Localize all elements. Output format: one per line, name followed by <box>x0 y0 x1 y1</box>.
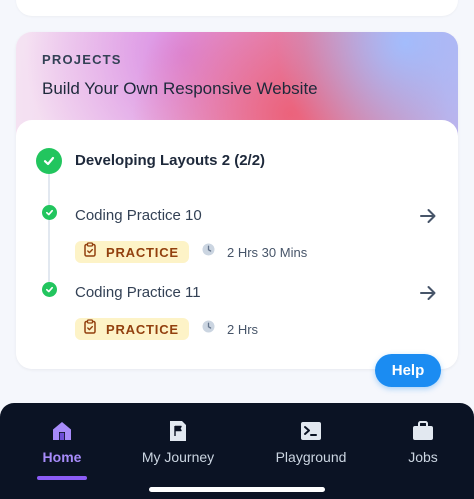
project-title[interactable]: Build Your Own Responsive Website <box>42 79 318 99</box>
duration: 2 Hrs 30 Mins <box>202 241 307 263</box>
help-button[interactable]: Help <box>375 354 441 387</box>
journey-flag-icon <box>166 419 190 443</box>
active-tab-indicator <box>37 476 87 480</box>
item-check-icon <box>42 282 57 297</box>
badge-label: PRACTICE <box>106 321 179 337</box>
nav-item-playground[interactable]: Playground <box>256 403 366 483</box>
item-title[interactable]: Coding Practice 10 <box>75 207 202 224</box>
briefcase-icon <box>411 419 435 443</box>
item-title[interactable]: Coding Practice 11 <box>75 284 201 301</box>
bottom-nav: Home My Journey Playground Jobs <box>0 403 474 499</box>
nav-item-home[interactable]: Home <box>7 403 117 483</box>
timeline-line <box>48 174 50 294</box>
badge-label: PRACTICE <box>106 244 179 260</box>
module-title[interactable]: Developing Layouts 2 (2/2) <box>75 152 265 169</box>
clipboard-icon <box>83 319 97 339</box>
previous-card <box>16 0 458 16</box>
clock-icon <box>202 320 215 338</box>
home-indicator <box>149 487 325 492</box>
nav-item-jobs[interactable]: Jobs <box>368 403 474 483</box>
practice-badge: PRACTICE <box>75 241 189 263</box>
duration: 2 Hrs <box>202 318 258 340</box>
clipboard-icon <box>83 242 97 262</box>
module-check-icon <box>36 148 62 174</box>
nav-item-my-journey[interactable]: My Journey <box>123 403 233 483</box>
section-label: PROJECTS <box>42 52 122 67</box>
nav-label: Jobs <box>408 449 438 465</box>
nav-label: My Journey <box>141 449 215 465</box>
item-check-icon <box>42 205 57 220</box>
arrow-right-icon[interactable] <box>418 283 438 303</box>
home-icon <box>50 419 74 443</box>
duration-text: 2 Hrs <box>227 321 259 337</box>
nav-label: Home <box>42 449 82 465</box>
clock-icon <box>202 243 215 261</box>
terminal-icon <box>299 419 323 443</box>
nav-label: Playground <box>275 449 347 465</box>
duration-text: 2 Hrs 30 Mins <box>227 244 308 260</box>
practice-badge: PRACTICE <box>75 318 189 340</box>
arrow-right-icon[interactable] <box>418 206 438 226</box>
